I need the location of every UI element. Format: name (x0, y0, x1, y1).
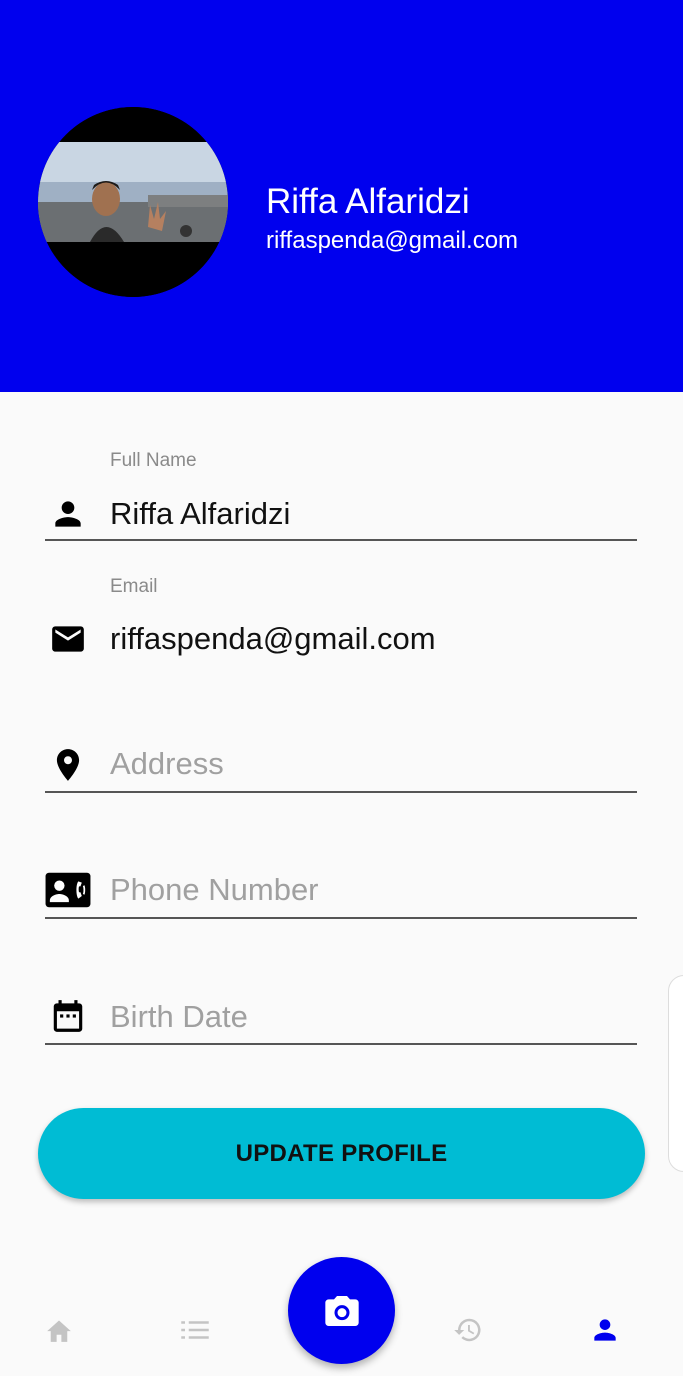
address-input[interactable]: Address (110, 746, 224, 782)
edge-panel-handle[interactable] (668, 975, 683, 1172)
profile-email: riffaspenda@gmail.com (266, 227, 519, 254)
profile-nav-icon[interactable] (589, 1314, 621, 1346)
location-pin-icon (56, 749, 80, 781)
full-name-underline (45, 539, 637, 541)
contact-phone-icon (45, 872, 91, 908)
address-underline (45, 791, 637, 793)
camera-button[interactable] (288, 1257, 395, 1364)
email-input[interactable]: riffaspenda@gmail.com (110, 621, 436, 657)
full-name-field[interactable]: Full Name Riffa Alfaridzi (45, 450, 637, 542)
address-field[interactable]: Address (45, 740, 637, 796)
full-name-input[interactable]: Riffa Alfaridzi (110, 496, 290, 532)
phone-underline (45, 917, 637, 919)
full-name-label: Full Name (110, 450, 197, 471)
camera-icon (324, 1295, 359, 1326)
profile-header: Riffa Alfaridzi riffaspenda@gmail.com (0, 0, 683, 392)
calendar-icon (53, 1000, 83, 1032)
birth-date-field[interactable]: Birth Date (45, 993, 637, 1049)
birth-date-input[interactable]: Birth Date (110, 999, 248, 1035)
history-icon[interactable] (452, 1315, 484, 1345)
person-icon (55, 501, 81, 527)
avatar[interactable] (38, 107, 228, 297)
birth-date-underline (45, 1043, 637, 1045)
update-profile-button[interactable]: UPDATE PROFILE (38, 1108, 645, 1199)
profile-name: Riffa Alfaridzi (266, 182, 470, 221)
phone-input[interactable]: Phone Number (110, 872, 319, 908)
email-label: Email (110, 576, 158, 597)
home-icon[interactable] (44, 1317, 74, 1343)
list-icon[interactable] (180, 1317, 210, 1343)
mail-icon (52, 626, 84, 652)
email-field[interactable]: Email riffaspenda@gmail.com (45, 576, 637, 666)
phone-field[interactable]: Phone Number (45, 866, 637, 922)
